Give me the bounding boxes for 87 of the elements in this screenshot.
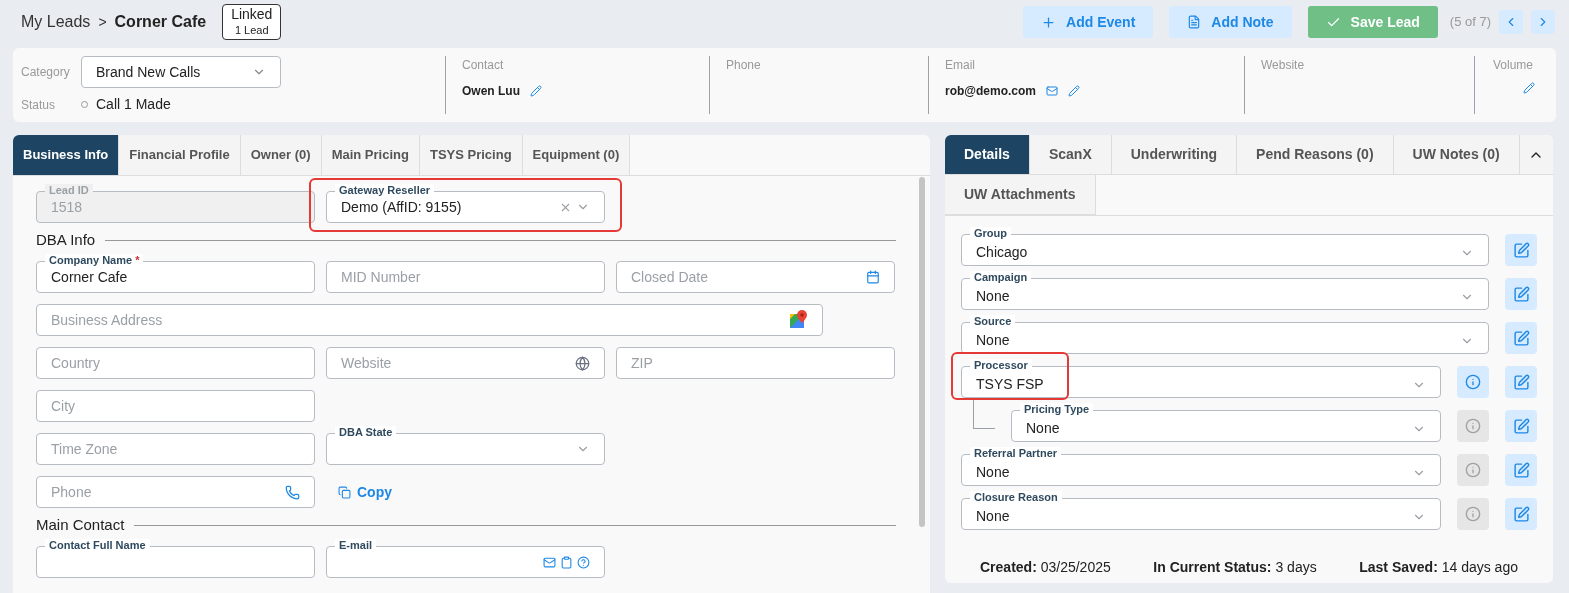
plus-icon: [1041, 14, 1057, 30]
column-label: Phone: [726, 57, 762, 74]
info-icon: [1465, 418, 1481, 434]
lead-title: Corner Cafe: [114, 12, 207, 32]
edit-button[interactable]: [1505, 366, 1537, 398]
edit-button[interactable]: [1505, 410, 1537, 442]
breadcrumb-link[interactable]: My Leads: [21, 10, 91, 34]
info-icon: [1465, 462, 1481, 478]
edit-icon: [1512, 285, 1530, 303]
edit-button[interactable]: [1505, 234, 1537, 266]
info-icon: [1465, 374, 1481, 390]
edit-button[interactable]: [1505, 278, 1537, 310]
status-value: Call 1 Made: [96, 95, 171, 114]
help-icon[interactable]: [577, 555, 590, 569]
column-value: Owen Luu: [462, 83, 520, 100]
field-label: Category: [21, 64, 71, 81]
field-label: Lead ID: [45, 184, 93, 197]
column-label: Website: [1261, 57, 1306, 74]
tab[interactable]: Business Info: [13, 135, 120, 175]
info-button[interactable]: [1457, 454, 1489, 486]
field-label: Campaign: [970, 271, 1032, 284]
edit-icon: [1512, 241, 1530, 259]
edit-icon: [1512, 329, 1530, 347]
next-button[interactable]: [1531, 10, 1555, 34]
tab[interactable]: Pend Reasons (0): [1237, 135, 1394, 175]
info-button[interactable]: [1457, 410, 1489, 442]
column-label: Volume: [1493, 57, 1535, 74]
field-label: Group: [970, 227, 1011, 240]
collapse-button[interactable]: [1519, 135, 1553, 175]
edit-icon[interactable]: [1523, 82, 1535, 94]
map-pin-icon: [790, 310, 808, 330]
edit-icon: [1512, 417, 1530, 435]
section-heading: DBA Info: [36, 229, 96, 250]
field-label: Referral Partner: [970, 447, 1062, 460]
edit-button[interactable]: [1505, 498, 1537, 530]
edit-icon[interactable]: [530, 85, 542, 97]
field-label: DBA State: [335, 426, 397, 439]
column-value: rob@demo.com: [945, 83, 1037, 100]
tab[interactable]: TSYS Pricing: [419, 135, 523, 175]
edit-icon: [1512, 461, 1530, 479]
tab[interactable]: Equipment (0): [522, 135, 631, 175]
section-heading: Main Contact: [36, 514, 125, 535]
category-select[interactable]: Brand New Calls: [81, 56, 281, 88]
linked-badge[interactable]: Linked 1 Lead: [222, 4, 282, 40]
edit-icon: [1512, 505, 1530, 523]
footer-info: Last Saved: 14 days ago: [1359, 558, 1518, 577]
footer-info: In Current Status: 3 days: [1153, 558, 1317, 577]
mail-icon[interactable]: [543, 555, 556, 569]
document-icon: [1187, 15, 1202, 29]
scrollbar[interactable]: [919, 177, 925, 527]
tab[interactable]: Underwriting: [1111, 135, 1238, 175]
field-label: Pricing Type: [1020, 403, 1094, 416]
field-label: Processor: [970, 359, 1032, 372]
field-label: Company Name *: [45, 254, 144, 267]
edit-button[interactable]: [1505, 322, 1537, 354]
phone-icon[interactable]: [285, 484, 300, 500]
pager-count: (5 of 7): [1449, 13, 1491, 32]
info-icon: [1465, 506, 1481, 522]
copy-icon: [338, 485, 351, 499]
edit-button[interactable]: [1505, 454, 1537, 486]
field-label: Closure Reason: [970, 491, 1062, 504]
field-label: Contact Full Name: [45, 539, 150, 552]
info-button[interactable]: [1457, 498, 1489, 530]
column-label: Email: [945, 57, 976, 74]
previous-button[interactable]: [1499, 10, 1523, 34]
field-label: Status: [21, 96, 57, 114]
edit-icon: [1512, 373, 1530, 391]
breadcrumb-separator: >: [98, 12, 107, 32]
footer-info: Created: 03/25/2025: [980, 558, 1111, 577]
tab[interactable]: UW Notes (0): [1393, 135, 1520, 175]
field-label: E-mail: [335, 539, 376, 552]
tab[interactable]: UW Attachments: [945, 175, 1096, 215]
calendar-icon[interactable]: [866, 270, 880, 284]
info-button[interactable]: [1457, 366, 1489, 398]
tab[interactable]: ScanX: [1029, 135, 1112, 175]
clipboard-icon[interactable]: [560, 555, 573, 569]
tab[interactable]: Main Pricing: [321, 135, 420, 175]
mail-icon[interactable]: [1046, 85, 1059, 97]
tab[interactable]: Financial Profile: [119, 135, 241, 175]
field-label: Gateway Reseller: [335, 184, 435, 197]
tab[interactable]: Owner (0): [240, 135, 322, 175]
edit-icon[interactable]: [1068, 85, 1081, 97]
globe-icon: [575, 355, 590, 371]
column-label: Contact: [462, 57, 505, 74]
copy-button[interactable]: Copy: [326, 476, 404, 508]
tab[interactable]: Details: [945, 135, 1030, 175]
field-label: Source: [970, 315, 1016, 328]
